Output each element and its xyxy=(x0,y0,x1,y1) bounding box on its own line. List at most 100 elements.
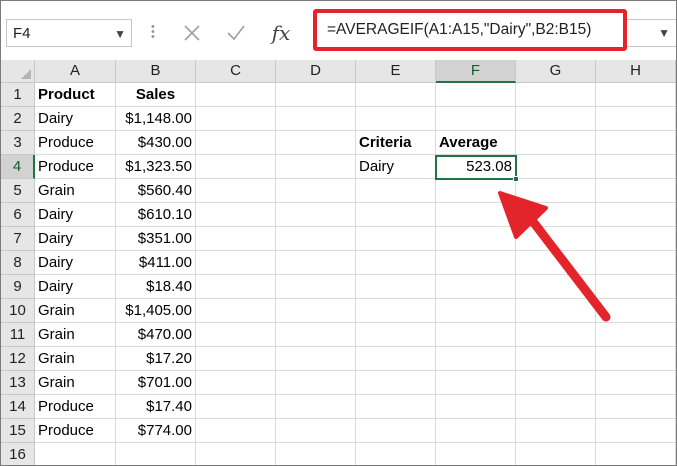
cell-h4[interactable] xyxy=(596,155,676,179)
chevron-down-icon[interactable]: ▼ xyxy=(114,27,126,41)
cell-g16[interactable] xyxy=(516,443,596,465)
cell-h2[interactable] xyxy=(596,107,676,131)
cell-e3[interactable]: Criteria xyxy=(356,131,436,155)
row-header-13[interactable]: 13 xyxy=(1,371,35,395)
cell-c5[interactable] xyxy=(196,179,276,203)
cell-g14[interactable] xyxy=(516,395,596,419)
cell-f5[interactable] xyxy=(436,179,516,203)
row-header-7[interactable]: 7 xyxy=(1,227,35,251)
cell-e8[interactable] xyxy=(356,251,436,275)
cell-h5[interactable] xyxy=(596,179,676,203)
cell-f14[interactable] xyxy=(436,395,516,419)
cell-f13[interactable] xyxy=(436,371,516,395)
checkmark-icon[interactable] xyxy=(223,20,249,46)
cell-d11[interactable] xyxy=(276,323,356,347)
cell-g13[interactable] xyxy=(516,371,596,395)
cell-d10[interactable] xyxy=(276,299,356,323)
cell-e16[interactable] xyxy=(356,443,436,465)
cell-c14[interactable] xyxy=(196,395,276,419)
column-header-h[interactable]: H xyxy=(596,60,676,83)
row-header-1[interactable]: 1 xyxy=(1,83,35,107)
cell-e10[interactable] xyxy=(356,299,436,323)
cell-b2[interactable]: $1,148.00 xyxy=(116,107,196,131)
cell-c3[interactable] xyxy=(196,131,276,155)
cell-e5[interactable] xyxy=(356,179,436,203)
cell-f15[interactable] xyxy=(436,419,516,443)
cell-f16[interactable] xyxy=(436,443,516,465)
cell-c4[interactable] xyxy=(196,155,276,179)
cell-h6[interactable] xyxy=(596,203,676,227)
cell-c2[interactable] xyxy=(196,107,276,131)
cell-c7[interactable] xyxy=(196,227,276,251)
cell-h10[interactable] xyxy=(596,299,676,323)
cell-a11[interactable]: Grain xyxy=(35,323,116,347)
cell-b10[interactable]: $1,405.00 xyxy=(116,299,196,323)
cell-g15[interactable] xyxy=(516,419,596,443)
row-header-2[interactable]: 2 xyxy=(1,107,35,131)
column-header-d[interactable]: D xyxy=(276,60,356,83)
cell-d12[interactable] xyxy=(276,347,356,371)
cell-g12[interactable] xyxy=(516,347,596,371)
cell-e4[interactable]: Dairy xyxy=(356,155,436,179)
row-header-5[interactable]: 5 xyxy=(1,179,35,203)
row-header-9[interactable]: 9 xyxy=(1,275,35,299)
cell-c16[interactable] xyxy=(196,443,276,465)
row-header-6[interactable]: 6 xyxy=(1,203,35,227)
row-header-8[interactable]: 8 xyxy=(1,251,35,275)
cell-b3[interactable]: $430.00 xyxy=(116,131,196,155)
column-header-a[interactable]: A xyxy=(35,60,116,83)
cell-f7[interactable] xyxy=(436,227,516,251)
row-header-14[interactable]: 14 xyxy=(1,395,35,419)
cell-b9[interactable]: $18.40 xyxy=(116,275,196,299)
cell-h1[interactable] xyxy=(596,83,676,107)
cell-e6[interactable] xyxy=(356,203,436,227)
cell-b12[interactable]: $17.20 xyxy=(116,347,196,371)
cell-f2[interactable] xyxy=(436,107,516,131)
cell-b16[interactable] xyxy=(116,443,196,465)
cell-a10[interactable]: Grain xyxy=(35,299,116,323)
cell-h14[interactable] xyxy=(596,395,676,419)
cell-b4[interactable]: $1,323.50 xyxy=(116,155,196,179)
row-header-11[interactable]: 11 xyxy=(1,323,35,347)
row-header-10[interactable]: 10 xyxy=(1,299,35,323)
cell-f1[interactable] xyxy=(436,83,516,107)
cell-g1[interactable] xyxy=(516,83,596,107)
cell-a9[interactable]: Dairy xyxy=(35,275,116,299)
cell-f8[interactable] xyxy=(436,251,516,275)
cell-e12[interactable] xyxy=(356,347,436,371)
cell-g5[interactable] xyxy=(516,179,596,203)
insert-function-icon[interactable]: fx xyxy=(268,20,294,46)
cell-d4[interactable] xyxy=(276,155,356,179)
cell-d16[interactable] xyxy=(276,443,356,465)
column-header-c[interactable]: C xyxy=(196,60,276,83)
cell-h16[interactable] xyxy=(596,443,676,465)
cell-e1[interactable] xyxy=(356,83,436,107)
cell-e7[interactable] xyxy=(356,227,436,251)
cell-h15[interactable] xyxy=(596,419,676,443)
cell-d14[interactable] xyxy=(276,395,356,419)
cell-b5[interactable]: $560.40 xyxy=(116,179,196,203)
cell-a1[interactable]: Product xyxy=(35,83,116,107)
cell-a12[interactable]: Grain xyxy=(35,347,116,371)
cell-a2[interactable]: Dairy xyxy=(35,107,116,131)
cell-e2[interactable] xyxy=(356,107,436,131)
cell-h13[interactable] xyxy=(596,371,676,395)
cell-e15[interactable] xyxy=(356,419,436,443)
cell-a6[interactable]: Dairy xyxy=(35,203,116,227)
cell-b11[interactable]: $470.00 xyxy=(116,323,196,347)
worksheet-grid[interactable]: A B C D E F G H 1 2 3 4 5 6 7 8 9 10 11 … xyxy=(1,60,676,465)
cell-g7[interactable] xyxy=(516,227,596,251)
cell-h3[interactable] xyxy=(596,131,676,155)
cell-b13[interactable]: $701.00 xyxy=(116,371,196,395)
cell-c13[interactable] xyxy=(196,371,276,395)
cell-d8[interactable] xyxy=(276,251,356,275)
cell-a4[interactable]: Produce xyxy=(35,155,116,179)
cell-a14[interactable]: Produce xyxy=(35,395,116,419)
cell-d15[interactable] xyxy=(276,419,356,443)
cell-b14[interactable]: $17.40 xyxy=(116,395,196,419)
cell-d2[interactable] xyxy=(276,107,356,131)
cell-f10[interactable] xyxy=(436,299,516,323)
cell-h11[interactable] xyxy=(596,323,676,347)
cell-d13[interactable] xyxy=(276,371,356,395)
close-x-icon[interactable] xyxy=(179,20,205,46)
